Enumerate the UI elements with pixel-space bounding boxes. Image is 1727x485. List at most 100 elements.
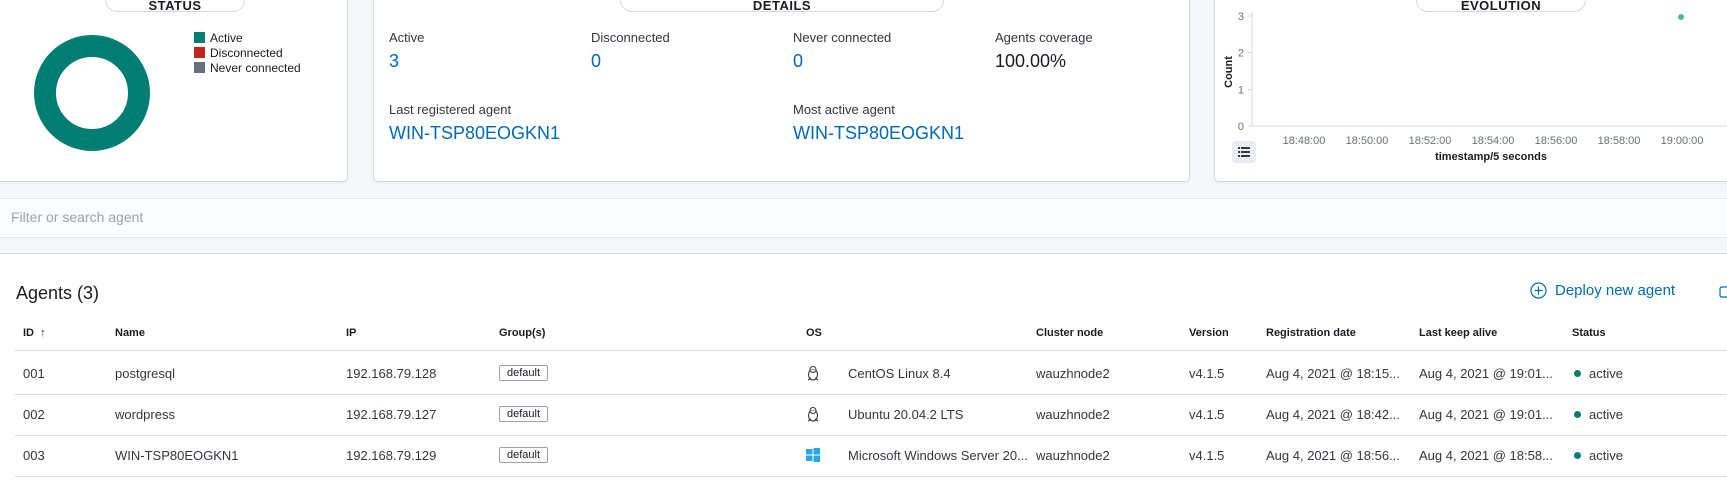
cell-registration-date: Aug 4, 2021 @ 18:42... xyxy=(1266,407,1400,422)
stat-never-connected: Never connected 0 xyxy=(793,30,891,72)
cell-os: Ubuntu 20.04.2 LTS xyxy=(848,407,964,422)
chart-point[interactable] xyxy=(1678,14,1684,20)
column-header-status[interactable]: Status xyxy=(1572,327,1606,339)
column-header-id[interactable]: ID ↑ xyxy=(23,327,46,339)
x-ticks: 18:48:00 18:50:00 18:52:00 18:54:00 18:56:00… xyxy=(1283,135,1704,147)
stat-most-active: Most active agent WIN-TSP80EOGKN1 xyxy=(793,102,964,144)
cell-status: active xyxy=(1574,448,1623,463)
legend-item-active[interactable]: Active xyxy=(194,30,301,45)
cell-id: 001 xyxy=(23,366,45,381)
y-ticks: 0 1 2 3 xyxy=(1238,11,1252,133)
y-tick-label: 1 xyxy=(1238,84,1244,96)
stat-last-registered: Last registered agent WIN-TSP80EOGKN1 xyxy=(389,102,560,144)
export-icon[interactable] xyxy=(1719,284,1727,300)
stat-active: Active 3 xyxy=(389,30,424,72)
column-header-registration-date[interactable]: Registration date xyxy=(1266,327,1356,339)
stat-most-active-label: Most active agent xyxy=(793,102,895,117)
cell-name: postgresql xyxy=(115,366,175,381)
x-tick-label: 18:52:00 xyxy=(1409,135,1452,147)
legend-swatch-disconnected xyxy=(194,47,205,58)
group-badge[interactable]: default xyxy=(499,365,549,381)
status-panel: STATUS Active Disconnected Never connect… xyxy=(0,0,348,182)
column-header-version[interactable]: Version xyxy=(1189,327,1229,339)
column-header-id-label: ID xyxy=(23,327,34,339)
cell-cluster-node: wauzhnode2 xyxy=(1036,448,1110,463)
stat-disconnected-value[interactable]: 0 xyxy=(591,51,670,72)
legend-toggle-button[interactable] xyxy=(1232,141,1256,163)
group-badge[interactable]: default xyxy=(499,406,549,422)
status-dot-icon xyxy=(1574,411,1581,419)
cell-last-keep-alive: Aug 4, 2021 @ 19:01... xyxy=(1419,407,1553,422)
column-header-name[interactable]: Name xyxy=(115,327,145,339)
cell-id: 003 xyxy=(23,448,45,463)
cell-os: CentOS Linux 8.4 xyxy=(848,366,951,381)
details-panel-title: DETAILS xyxy=(620,0,944,12)
cell-id: 002 xyxy=(23,407,45,422)
stat-never-label: Never connected xyxy=(793,30,892,45)
status-legend: Active Disconnected Never connected xyxy=(194,30,301,75)
agents-table-panel: Agents (3) Deploy new agent ID ↑ Name IP… xyxy=(0,253,1727,485)
column-header-groups[interactable]: Group(s) xyxy=(499,327,545,339)
deploy-new-agent-button[interactable]: Deploy new agent xyxy=(1530,282,1675,299)
cell-status: active xyxy=(1574,407,1623,422)
legend-label-never-connected: Never connected xyxy=(210,60,301,75)
status-text: active xyxy=(1589,448,1623,463)
x-tick-label: 18:58:00 xyxy=(1598,135,1641,147)
legend-swatch-never-connected xyxy=(194,62,205,73)
stat-never-value[interactable]: 0 xyxy=(793,51,891,72)
legend-label-disconnected: Disconnected xyxy=(210,45,283,60)
stat-active-value[interactable]: 3 xyxy=(389,51,424,72)
sort-ascending-icon: ↑ xyxy=(40,327,46,339)
row-divider xyxy=(15,476,1727,477)
stat-last-registered-value[interactable]: WIN-TSP80EOGKN1 xyxy=(389,123,560,144)
status-dot-icon xyxy=(1574,370,1581,378)
stat-active-label: Active xyxy=(389,30,425,45)
stat-most-active-value[interactable]: WIN-TSP80EOGKN1 xyxy=(793,123,964,144)
cell-version: v4.1.5 xyxy=(1189,448,1225,463)
plus-circle-icon xyxy=(1530,282,1547,299)
evolution-chart[interactable]: 0123 18:48:00 18:50:00 18:52:00 18:54:00 18:… xyxy=(1215,0,1727,170)
cell-registration-date: Aug 4, 2021 @ 18:56... xyxy=(1266,448,1400,463)
y-tick-label: 3 xyxy=(1238,11,1244,23)
cell-cluster-node: wauzhnode2 xyxy=(1036,407,1110,422)
stat-disconnected-label: Disconnected xyxy=(591,30,670,45)
status-text: active xyxy=(1589,407,1623,422)
cell-name: WIN-TSP80EOGKN1 xyxy=(115,448,239,463)
x-tick-label: 19:00:00 xyxy=(1661,135,1704,147)
x-tick-label: 18:56:00 xyxy=(1535,135,1578,147)
legend-swatch-active xyxy=(194,32,205,43)
column-header-cluster-node[interactable]: Cluster node xyxy=(1036,327,1103,339)
column-header-os[interactable]: OS xyxy=(806,327,822,339)
stat-last-registered-label: Last registered agent xyxy=(389,102,512,117)
list-icon xyxy=(1238,147,1250,157)
x-tick-label: 18:50:00 xyxy=(1346,135,1389,147)
row-divider xyxy=(15,394,1727,395)
cell-ip: 192.168.79.127 xyxy=(346,407,437,422)
column-header-ip[interactable]: IP xyxy=(346,327,356,339)
linux-icon xyxy=(807,406,819,422)
status-text: active xyxy=(1589,366,1623,381)
legend-item-never-connected[interactable]: Never connected xyxy=(194,60,301,75)
legend-item-disconnected[interactable]: Disconnected xyxy=(194,45,301,60)
cell-os: Microsoft Windows Server 20... xyxy=(848,448,1028,463)
donut-active-slice[interactable] xyxy=(34,35,150,151)
stat-coverage-label: Agents coverage xyxy=(995,30,1093,45)
group-badge[interactable]: default xyxy=(499,447,549,463)
evolution-panel: EVOLUTION 0123 18:48:00 18:50:00 18:52:00 1… xyxy=(1214,0,1727,182)
cell-cluster-node: wauzhnode2 xyxy=(1036,366,1110,381)
cell-registration-date: Aug 4, 2021 @ 18:15... xyxy=(1266,366,1400,381)
x-axis-label: timestamp/5 seconds xyxy=(1435,151,1547,163)
y-tick-label: 2 xyxy=(1238,48,1244,60)
header-divider xyxy=(15,350,1727,351)
search-input[interactable] xyxy=(11,209,611,225)
y-tick-label: 0 xyxy=(1238,121,1244,133)
status-donut-chart[interactable] xyxy=(34,35,150,151)
cell-last-keep-alive: Aug 4, 2021 @ 19:01... xyxy=(1419,366,1553,381)
details-panel: DETAILS Active 3 Disconnected 0 Never co… xyxy=(373,0,1190,182)
cell-version: v4.1.5 xyxy=(1189,366,1225,381)
status-panel-title: STATUS xyxy=(105,0,245,12)
y-axis-label: Count xyxy=(1223,56,1235,88)
chart-points xyxy=(1678,14,1684,20)
x-tick-label: 18:48:00 xyxy=(1283,135,1326,147)
column-header-last-keep-alive[interactable]: Last keep alive xyxy=(1419,327,1497,339)
